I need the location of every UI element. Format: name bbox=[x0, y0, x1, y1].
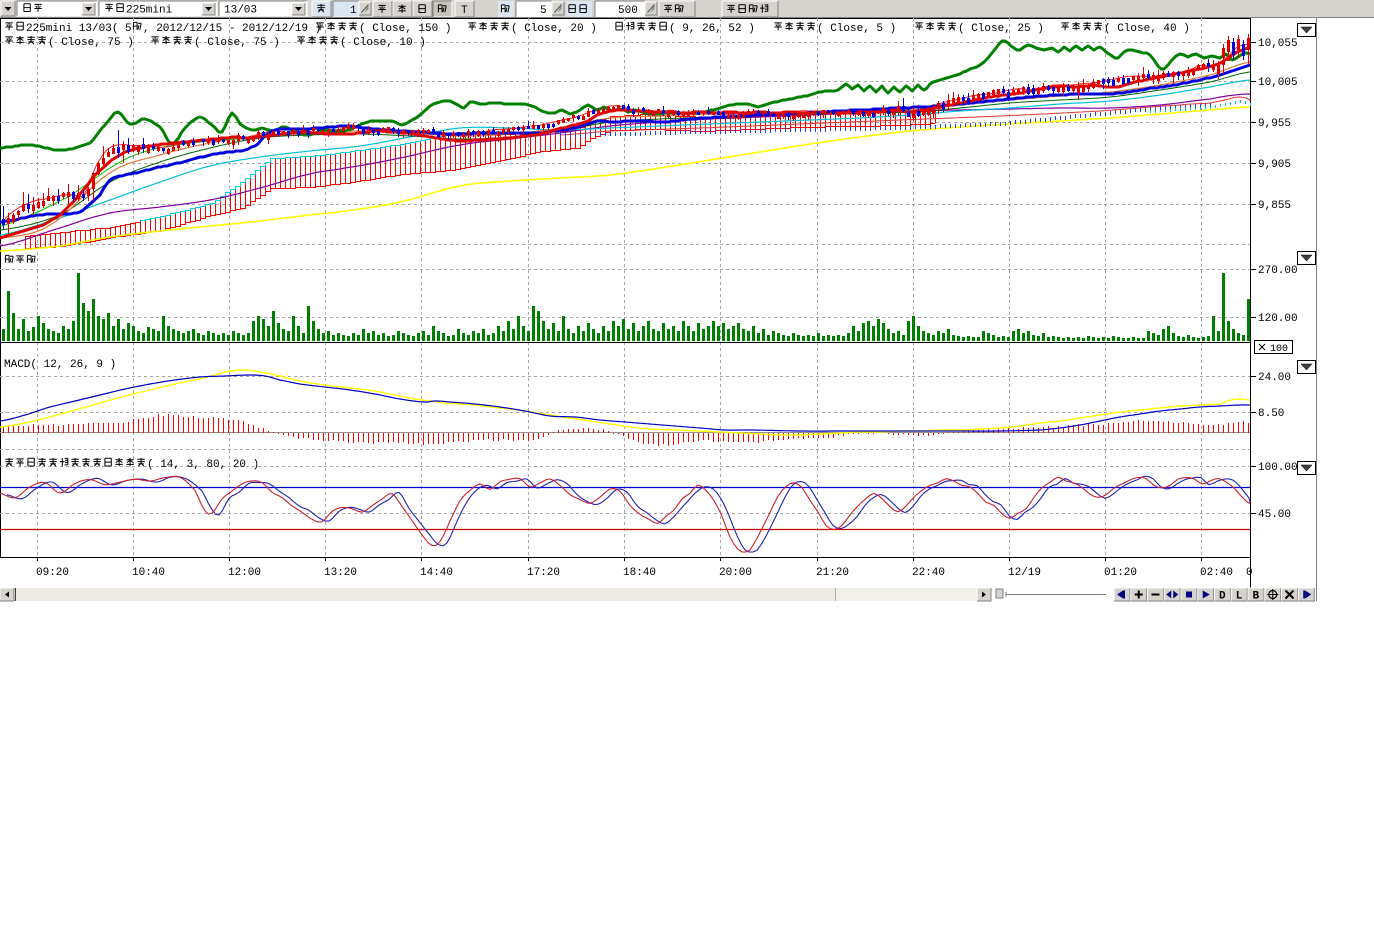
svg-text:9,905: 9,905 bbox=[1258, 159, 1291, 171]
svg-text:MACD( 12, 26, 9 ): MACD( 12, 26, 9 ) bbox=[4, 359, 116, 371]
svg-text:5: 5 bbox=[540, 5, 547, 17]
svg-text:21:20: 21:20 bbox=[816, 567, 849, 579]
svg-text:01:20: 01:20 bbox=[1104, 567, 1137, 579]
svg-text:L: L bbox=[1236, 591, 1243, 603]
svg-text:10,055: 10,055 bbox=[1258, 38, 1298, 50]
svg-text:( 9, 26, 52 ): ( 9, 26, 52 ) bbox=[669, 23, 755, 35]
svg-text:10,005: 10,005 bbox=[1258, 77, 1298, 89]
svg-text:( Close, 150 ): ( Close, 150 ) bbox=[359, 23, 451, 35]
svg-text:100.00: 100.00 bbox=[1258, 462, 1298, 474]
svg-text:20:00: 20:00 bbox=[719, 567, 752, 579]
svg-text:225mini: 225mini bbox=[126, 5, 173, 17]
svg-text:9,855: 9,855 bbox=[1258, 200, 1291, 212]
svg-text:( Close, 25 ): ( Close, 25 ) bbox=[958, 23, 1044, 35]
svg-text:24.00: 24.00 bbox=[1258, 372, 1291, 384]
svg-text:02:40: 02:40 bbox=[1200, 567, 1233, 579]
svg-text:13/03: 13/03 bbox=[224, 5, 257, 17]
svg-text:( Close, 75 ): ( Close, 75 ) bbox=[48, 37, 134, 49]
svg-text:9,955: 9,955 bbox=[1258, 118, 1291, 130]
svg-text:13:20: 13:20 bbox=[324, 567, 357, 579]
svg-text:12:00: 12:00 bbox=[228, 567, 261, 579]
svg-text:( Close, 10 ): ( Close, 10 ) bbox=[340, 37, 426, 49]
svg-text:D: D bbox=[1219, 591, 1226, 603]
svg-text:( Close, 40 ): ( Close, 40 ) bbox=[1104, 23, 1190, 35]
svg-text:14:40: 14:40 bbox=[420, 567, 453, 579]
svg-text:45.00: 45.00 bbox=[1258, 509, 1291, 521]
svg-text:10:40: 10:40 bbox=[132, 567, 165, 579]
svg-text:270.00: 270.00 bbox=[1258, 265, 1298, 277]
svg-text:, 2012/12/15 - 2012/12/19 ): , 2012/12/15 - 2012/12/19 ) bbox=[143, 23, 321, 35]
svg-text:18:40: 18:40 bbox=[623, 567, 656, 579]
svg-text:12/19: 12/19 bbox=[1008, 567, 1041, 579]
svg-text:( Close, 20 ): ( Close, 20 ) bbox=[511, 23, 597, 35]
svg-text:( 14, 3, 80, 20 ): ( 14, 3, 80, 20 ) bbox=[147, 459, 259, 471]
svg-text:100: 100 bbox=[1270, 344, 1288, 355]
svg-text:09:20: 09:20 bbox=[36, 567, 69, 579]
svg-text:500: 500 bbox=[618, 5, 638, 17]
svg-text:17:20: 17:20 bbox=[527, 567, 560, 579]
svg-text:225mini 13/03( 5: 225mini 13/03( 5 bbox=[26, 23, 132, 35]
svg-text:0: 0 bbox=[1246, 567, 1253, 579]
svg-text:( Close, 75 ): ( Close, 75 ) bbox=[194, 37, 280, 49]
svg-text:( Close, 5 ): ( Close, 5 ) bbox=[817, 23, 896, 35]
svg-text:22:40: 22:40 bbox=[912, 567, 945, 579]
svg-text:B: B bbox=[1253, 591, 1260, 603]
svg-text:120.00: 120.00 bbox=[1258, 313, 1298, 325]
svg-text:8.50: 8.50 bbox=[1258, 408, 1284, 420]
svg-text:T: T bbox=[461, 5, 468, 17]
svg-text:1: 1 bbox=[350, 5, 357, 17]
